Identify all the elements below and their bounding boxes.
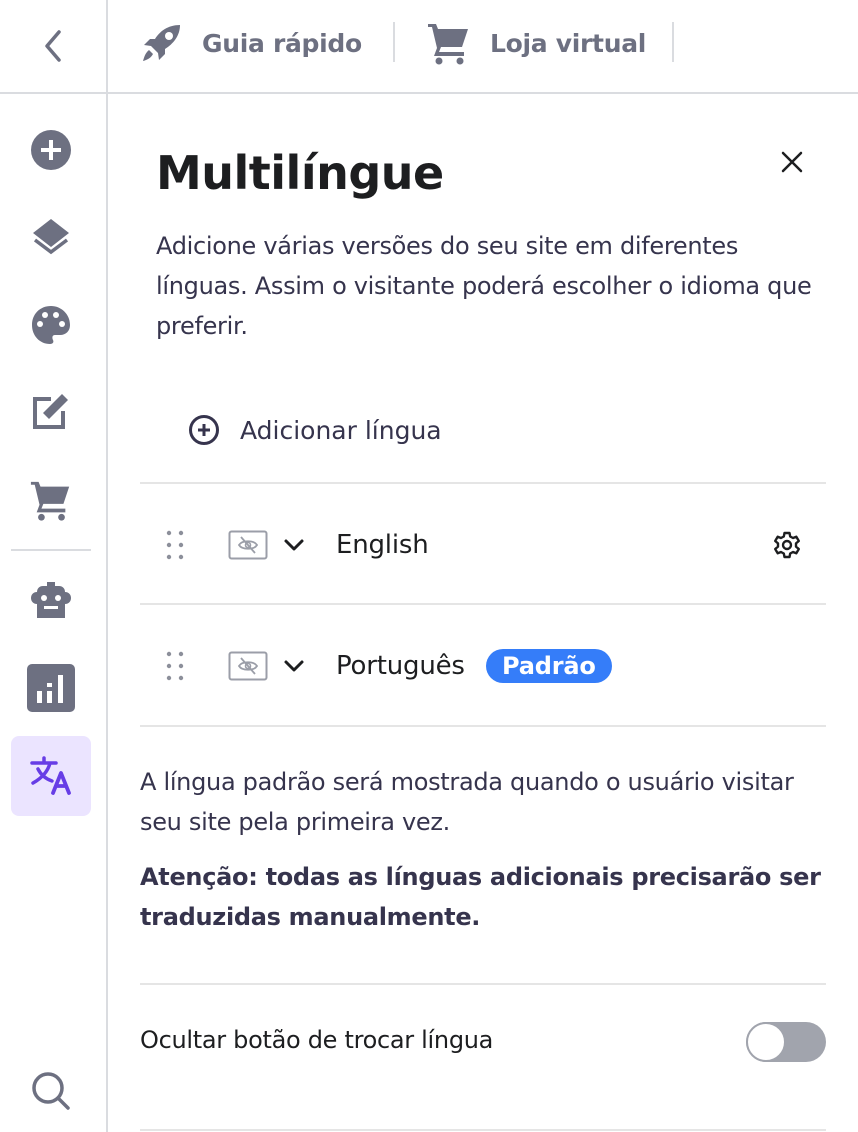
palette-icon [32, 306, 70, 344]
sidebar-item-layers[interactable] [11, 197, 91, 277]
topbar-separator [672, 22, 674, 62]
close-icon [781, 151, 803, 173]
drag-handle-icon[interactable] [164, 648, 186, 684]
rocket-icon [143, 25, 180, 61]
robot-icon [31, 582, 71, 618]
plus-circle-outline-icon [189, 415, 219, 445]
toggle-knob [746, 1022, 786, 1062]
edit-icon [33, 394, 68, 429]
hide-language-switcher-label: Ocultar botão de trocar língua [140, 1026, 494, 1054]
language-name: Português [336, 651, 465, 681]
sidebar-item-ai[interactable] [11, 560, 91, 640]
quick-guide-link[interactable]: Guia rápido [140, 18, 362, 68]
hide-language-switcher-row: Ocultar botão de trocar língua [140, 1022, 826, 1062]
panel-title: Multilíngue [156, 146, 444, 200]
search-icon [32, 1072, 70, 1110]
divider [140, 983, 826, 985]
sidebar-item-edit[interactable] [11, 371, 91, 451]
default-language-info: A língua padrão será mostrada quando o u… [140, 768, 794, 836]
analytics-icon [27, 664, 75, 712]
add-language-label: Adicionar língua [240, 415, 442, 445]
sidebar-item-analytics[interactable] [11, 648, 91, 728]
visibility-hidden-icon[interactable] [228, 651, 268, 681]
translation-warning: Atenção: todas as línguas adicionais pre… [140, 863, 821, 931]
plus-circle-icon [31, 130, 71, 170]
sidebar-item-store[interactable] [11, 460, 91, 540]
sidebar-item-search[interactable] [11, 1051, 91, 1131]
chevron-left-icon [45, 30, 61, 62]
quick-guide-label: Guia rápido [202, 28, 362, 58]
cart-icon [30, 481, 70, 521]
sidebar-item-styles[interactable] [11, 285, 91, 365]
gear-icon[interactable] [772, 530, 802, 560]
add-language-button[interactable]: Adicionar língua [188, 408, 442, 452]
close-button[interactable] [774, 144, 810, 180]
divider [140, 1129, 826, 1131]
language-row: Português Padrão [140, 606, 826, 726]
chevron-down-icon[interactable] [282, 654, 306, 678]
divider [140, 725, 826, 727]
back-button[interactable] [0, 0, 106, 92]
sidebar-item-add-element[interactable] [11, 110, 91, 190]
cart-icon [428, 24, 468, 65]
layers-icon [33, 219, 69, 255]
topbar-separator [393, 22, 395, 62]
visibility-hidden-icon[interactable] [228, 530, 268, 560]
sidebar-item-multilingual[interactable] [11, 736, 91, 816]
divider [140, 603, 826, 605]
language-row: English [140, 485, 826, 605]
language-name: English [336, 530, 429, 560]
translate-icon [30, 756, 71, 795]
chevron-down-icon[interactable] [282, 533, 306, 557]
sidebar-section-divider [11, 549, 91, 551]
panel-description: Adicione várias versões do seu site em d… [156, 232, 812, 340]
drag-handle-icon[interactable] [164, 527, 186, 563]
default-badge: Padrão [486, 649, 612, 683]
hide-language-switcher-toggle[interactable] [746, 1022, 826, 1062]
top-bar: Guia rápido Loja virtual [0, 0, 858, 94]
online-store-label: Loja virtual [490, 28, 647, 58]
sidebar [0, 94, 106, 1132]
online-store-link[interactable]: Loja virtual [426, 18, 646, 68]
multilingual-panel: Multilíngue Adicione várias versões do s… [108, 94, 858, 1132]
divider [140, 482, 826, 484]
